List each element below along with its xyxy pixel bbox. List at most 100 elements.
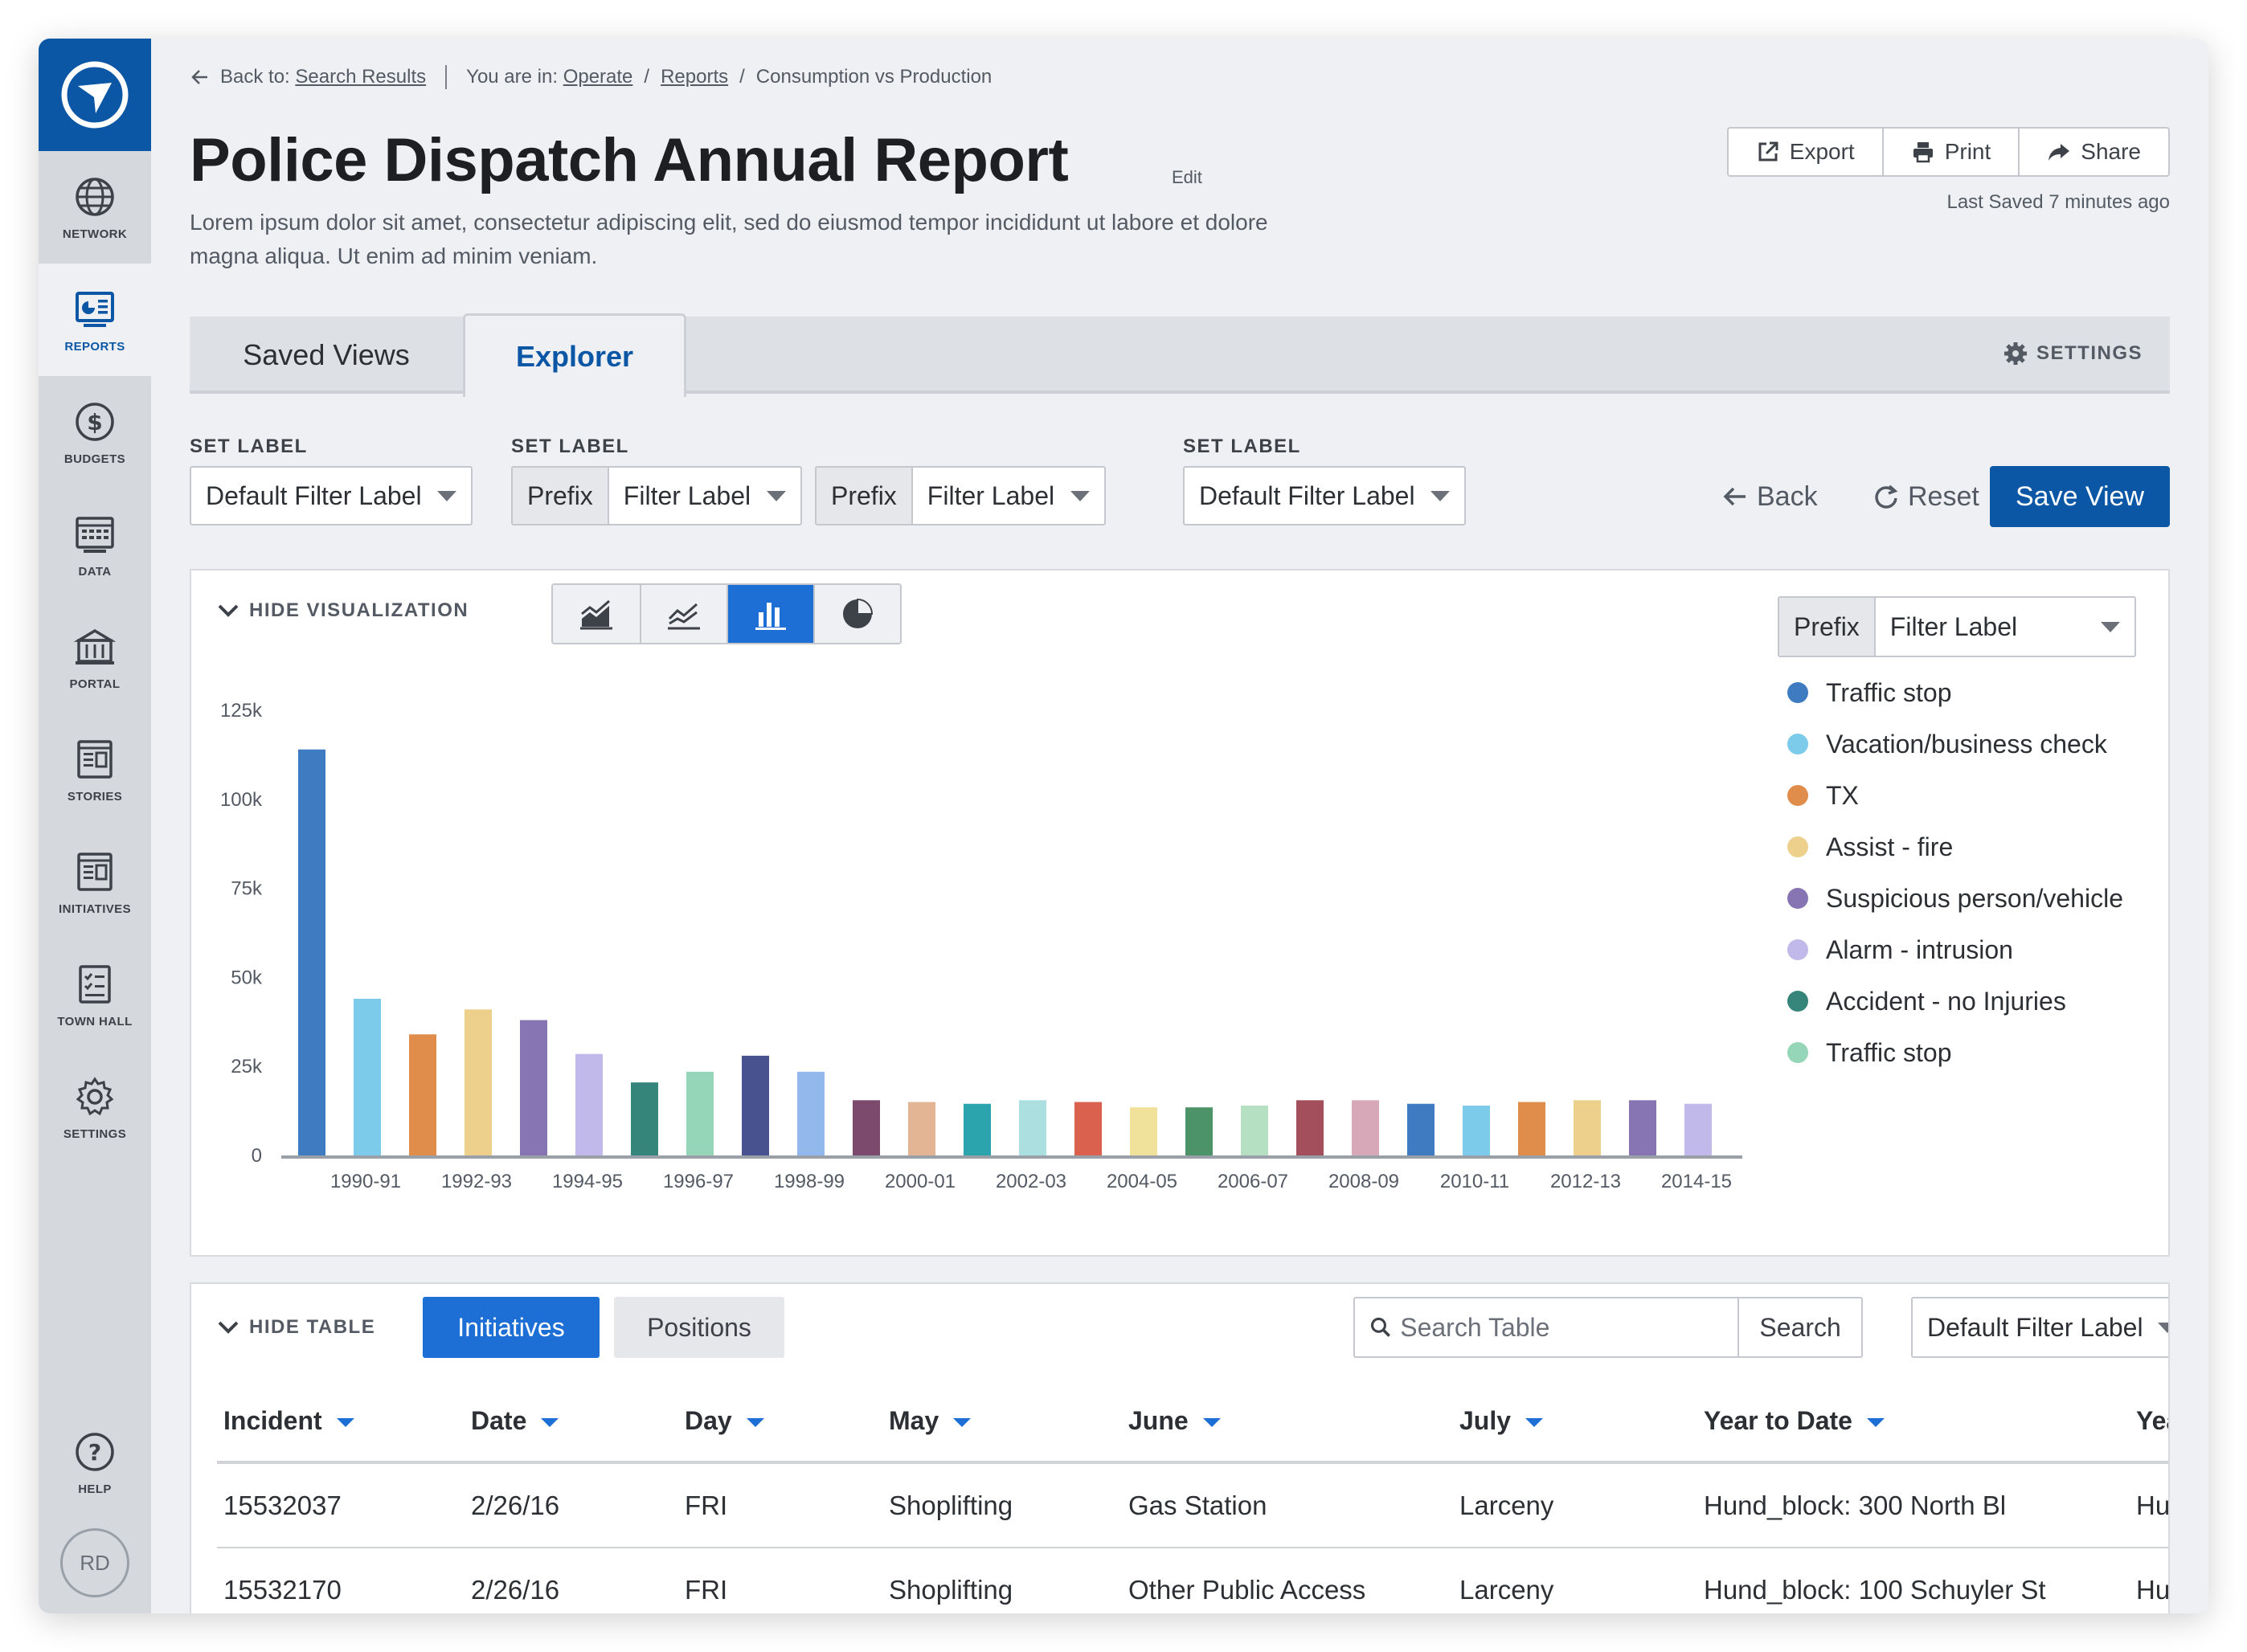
x-tick-label: 2012-13 [1550,1171,1621,1192]
legend-item[interactable]: Accident - no Injuries [1787,975,2123,1027]
export-button[interactable]: Export [1729,129,1882,175]
legend-item[interactable]: Traffic stop [1787,1027,2123,1078]
legend-item[interactable]: Alarm - intrusion [1787,924,2123,975]
breadcrumb-link-operate[interactable]: Operate [563,66,633,88]
filter-select-default-2[interactable]: Default Filter Label [1183,466,1466,525]
column-header[interactable]: July [1453,1380,1697,1464]
chart-bar[interactable] [1684,1103,1712,1155]
chart-bar[interactable] [1352,1100,1379,1155]
sidebar-item-town-hall[interactable]: TOWN HALL [39,938,151,1051]
table-filter-select[interactable]: Default Filter Label [1911,1297,2168,1358]
sidebar-item-data[interactable]: DATA [39,489,151,601]
sort-caret-icon[interactable] [1525,1417,1544,1427]
chart-bar[interactable] [1074,1102,1102,1155]
sidebar-item-settings[interactable]: SETTINGS [39,1051,151,1163]
breadcrumb-back-link[interactable]: Search Results [295,66,426,88]
tab-positions[interactable]: Positions [614,1297,784,1358]
tab-initiatives[interactable]: Initiatives [423,1297,600,1358]
chart-bar[interactable] [742,1055,769,1155]
chart-bar[interactable] [1629,1100,1656,1155]
legend-item[interactable]: Traffic stop [1787,667,2123,718]
legend-item[interactable]: Suspicious person/vehicle [1787,873,2123,924]
sort-caret-icon[interactable] [336,1417,354,1427]
chart-bar[interactable] [686,1071,714,1155]
chart-bar[interactable] [1241,1105,1268,1155]
back-button[interactable]: Back [1721,472,1818,521]
save-view-button[interactable]: Save View [1990,466,2170,527]
chart-bar[interactable] [1407,1103,1435,1155]
hide-table-toggle[interactable]: HIDE TABLE [217,1316,375,1339]
column-header[interactable]: May [882,1380,1122,1464]
sort-caret-icon[interactable] [1202,1417,1221,1427]
tab-saved-views[interactable]: Saved Views [190,317,463,394]
reset-button[interactable]: Reset [1872,472,1979,521]
legend-item[interactable]: Vacation/business check [1787,718,2123,770]
legend-filter-select[interactable]: Prefix Filter Label [1778,596,2136,657]
column-header-label: May [889,1405,939,1435]
legend-label: Assist - fire [1826,832,1954,861]
chart-bar[interactable] [1019,1100,1046,1155]
column-header-label: July [1459,1405,1512,1435]
share-button[interactable]: Share [2018,129,2168,175]
app-window: NETWORK REPORTS $ BUDGETS DATA PORTAL ST… [39,39,2208,1613]
chart-bar[interactable] [520,1020,547,1155]
filter-select-prefixed-2[interactable]: Prefix Filter Label [815,466,1106,525]
sidebar-item-initiatives[interactable]: INITIATIVES [39,826,151,938]
breadcrumb-link-reports[interactable]: Reports [661,66,728,88]
chart-bar[interactable] [908,1102,935,1155]
column-header[interactable]: Year [2130,1380,2168,1464]
line-chart-button[interactable] [640,585,726,643]
chart-bar[interactable] [1518,1102,1545,1155]
sidebar-item-budgets[interactable]: $ BUDGETS [39,376,151,489]
column-header[interactable]: June [1122,1380,1453,1464]
hide-visualization-toggle[interactable]: HIDE VISUALIZATION [217,599,469,622]
column-header[interactable]: Year to Date [1697,1380,2130,1464]
print-button[interactable]: Print [1881,129,2019,175]
chevron-down-icon [218,1321,239,1334]
sort-caret-icon[interactable] [746,1417,764,1427]
pie-chart-button[interactable] [813,585,900,643]
table-row[interactable]: 15532170 2/26/16 FRI Shoplifting Other Publi… [217,1548,2168,1613]
sort-caret-icon[interactable] [953,1417,972,1427]
chart-bar[interactable] [575,1053,603,1155]
filter-select-default[interactable]: Default Filter Label [190,466,473,525]
chart-bar[interactable] [409,1034,436,1155]
avatar[interactable]: RD [60,1528,129,1597]
chart-bar[interactable] [298,749,325,1155]
chart-bar[interactable] [853,1100,880,1155]
sidebar-item-help[interactable]: ? HELP [39,1406,151,1519]
column-header[interactable]: Day [678,1380,882,1464]
sort-caret-icon[interactable] [541,1417,559,1427]
filter-select-prefixed-1[interactable]: Prefix Filter Label [511,466,802,525]
chart-bar[interactable] [1574,1100,1601,1155]
chart-bar[interactable] [354,998,381,1155]
legend-item[interactable]: TX [1787,770,2123,821]
table-row[interactable]: 15532037 2/26/16 FRI Shoplifting Gas Station… [217,1462,2168,1548]
chart-bar[interactable] [465,1009,492,1155]
settings-link[interactable]: SETTINGS [2003,341,2143,366]
area-chart-button[interactable] [553,585,640,643]
chart-bar[interactable] [964,1103,991,1155]
chart-bar[interactable] [1130,1107,1157,1155]
bar-chart-button[interactable] [726,585,813,643]
column-header[interactable]: Incident [217,1380,465,1464]
column-header-label: Date [471,1405,527,1435]
chart-bar[interactable] [797,1071,825,1155]
legend-item[interactable]: Assist - fire [1787,821,2123,873]
edit-title-link[interactable]: Edit [1172,167,1202,188]
search-button[interactable]: Search [1737,1298,1861,1356]
sidebar-item-portal[interactable]: PORTAL [39,601,151,714]
x-tick-label: 1998-99 [774,1171,845,1192]
chart-bar[interactable] [1185,1107,1213,1155]
sidebar-item-reports[interactable]: REPORTS [39,264,151,376]
chart-bar[interactable] [1296,1100,1324,1155]
sidebar-item-network[interactable]: NETWORK [39,151,151,264]
sidebar-item-stories[interactable]: STORIES [39,714,151,826]
app-logo[interactable] [39,39,151,151]
sort-caret-icon[interactable] [1866,1417,1885,1427]
column-header[interactable]: Date [465,1380,678,1464]
tab-explorer[interactable]: Explorer [463,313,686,397]
search-input[interactable] [1400,1298,1738,1356]
chart-bar[interactable] [631,1082,658,1155]
chart-bar[interactable] [1463,1105,1490,1155]
